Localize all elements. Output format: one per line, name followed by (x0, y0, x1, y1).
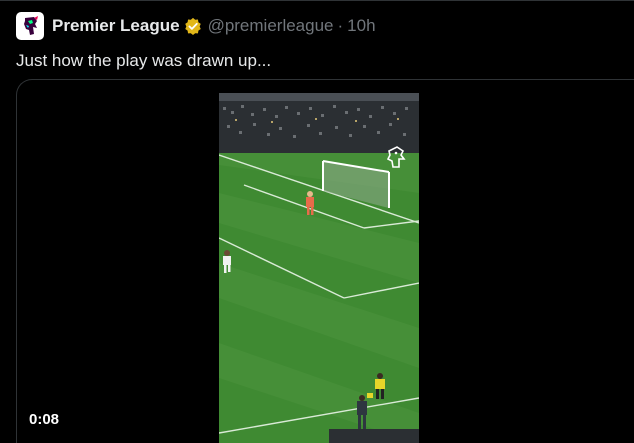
verified-badge-icon[interactable] (184, 17, 202, 35)
separator-dot: · (337, 16, 344, 35)
media-container[interactable]: 0:08 (16, 79, 634, 443)
tweet-card[interactable]: Premier League @premierleague · 10h Just… (0, 0, 634, 443)
premier-league-logo-icon (24, 16, 38, 35)
avatar[interactable] (16, 12, 44, 40)
video-duration: 0:08 (27, 410, 62, 429)
author-handle[interactable]: @premierleague (208, 16, 334, 36)
video-player[interactable] (219, 93, 419, 443)
video-frame (219, 93, 419, 443)
tweet-header: Premier League @premierleague · 10h (16, 12, 376, 40)
tweet-text: Just how the play was drawn up... (16, 51, 272, 70)
post-timestamp[interactable]: 10h (347, 16, 375, 36)
author-name[interactable]: Premier League (52, 16, 180, 36)
